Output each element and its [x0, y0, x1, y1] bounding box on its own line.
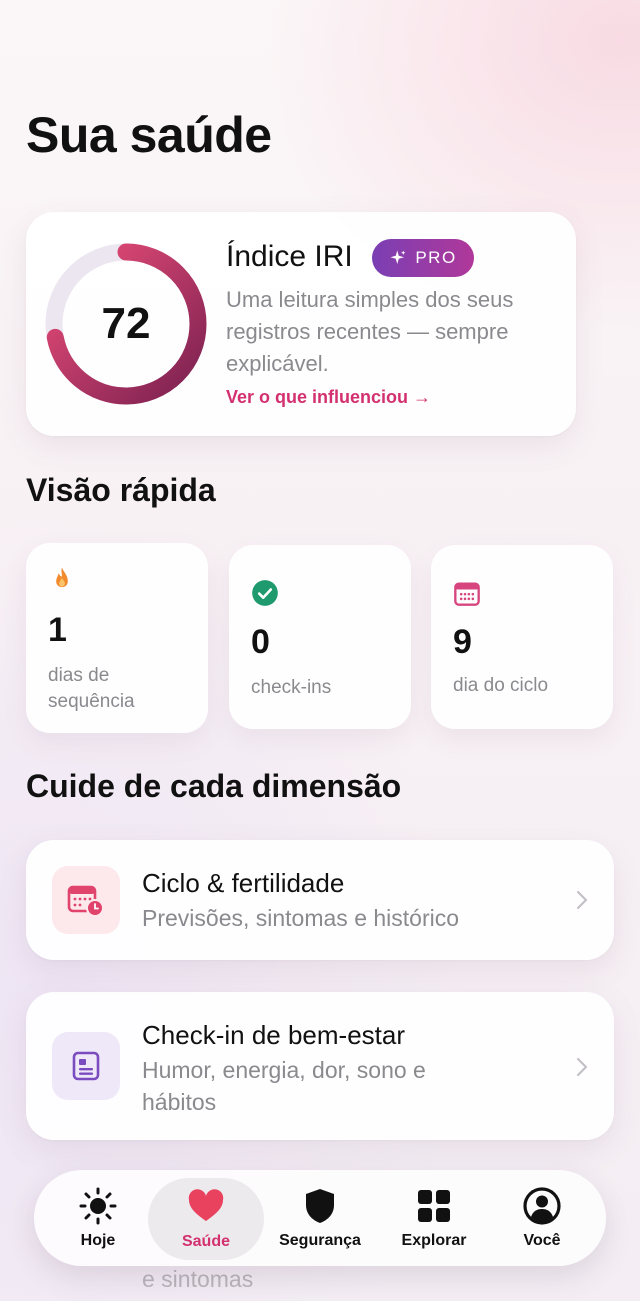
stat-cycle-day[interactable]: 9 dia do ciclo	[431, 545, 613, 729]
journal-icon	[52, 1032, 120, 1100]
tab-seguranca[interactable]: Segurança	[262, 1170, 378, 1266]
stat-streak-value: 1	[48, 611, 67, 649]
tab-voce[interactable]: Você	[484, 1170, 600, 1266]
flame-icon	[56, 567, 68, 588]
grid-icon	[418, 1190, 450, 1222]
stat-streak[interactable]: 1 dias de sequência	[26, 543, 208, 733]
iri-title: Índice IRI	[226, 240, 353, 273]
tab-hoje-label: Hoje	[80, 1232, 116, 1249]
tab-seguranca-label: Segurança	[279, 1232, 361, 1249]
stat-checkins-value: 0	[251, 623, 270, 661]
dimension-wellbeing-checkin[interactable]: Check-in de bem-estar Humor, energia, do…	[26, 992, 614, 1140]
iri-score-value: 72	[101, 299, 151, 348]
calendar-clock-icon	[52, 866, 120, 934]
tab-hoje[interactable]: Hoje	[40, 1170, 156, 1266]
tab-saude[interactable]: Saúde	[148, 1178, 264, 1260]
dimension-cycle-subtitle: Previsões, sintomas e histórico	[142, 905, 460, 931]
dimensions-title: Cuide de cada dimensão	[26, 768, 402, 804]
partial-card-subtitle: e sintomas	[142, 1266, 254, 1292]
page-title: Sua saúde	[26, 107, 272, 163]
tab-explorar-label: Explorar	[401, 1232, 467, 1249]
shield-icon	[306, 1189, 334, 1223]
pro-badge[interactable]: PRO	[372, 239, 474, 277]
heart-icon	[188, 1189, 224, 1221]
quick-view-title: Visão rápida	[26, 472, 216, 508]
tab-saude-label: Saúde	[181, 1233, 230, 1250]
stat-cycle-day-label: dia do ciclo	[453, 675, 549, 696]
calendar-icon	[454, 582, 480, 606]
dimension-cycle-fertility[interactable]: Ciclo & fertilidade Previsões, sintomas …	[26, 840, 614, 960]
stat-checkins-label: check-ins	[251, 677, 332, 698]
check-circle-icon	[252, 580, 278, 606]
tab-voce-label: Você	[523, 1232, 561, 1249]
iri-description: Uma leitura simples dos seus registros r…	[226, 287, 514, 376]
tab-bar: Hoje Saúde Segurança Explorar Você	[34, 1170, 606, 1266]
chevron-right-icon	[576, 890, 588, 910]
stat-streak-label: dias de sequência	[48, 665, 135, 712]
sun-icon	[79, 1187, 117, 1225]
stat-cycle-day-value: 9	[453, 623, 472, 661]
dimension-wellbeing-title: Check-in de bem-estar	[142, 1020, 405, 1050]
chevron-right-icon	[576, 1057, 588, 1077]
pro-badge-label: PRO	[415, 248, 457, 267]
dimension-wellbeing-subtitle: Humor, energia, dor, sono e hábitos	[142, 1057, 426, 1115]
iri-card[interactable]: 72 Índice IRI PRO Uma leitura simples do…	[26, 212, 576, 436]
person-circle-icon	[523, 1187, 561, 1225]
iri-influence-link[interactable]: Ver o que influenciou →	[226, 387, 431, 408]
tab-explorar[interactable]: Explorar	[376, 1170, 492, 1266]
dimension-cycle-title: Ciclo & fertilidade	[142, 868, 345, 898]
sparkle-icon	[390, 250, 406, 264]
stat-checkins[interactable]: 0 check-ins	[229, 545, 411, 729]
